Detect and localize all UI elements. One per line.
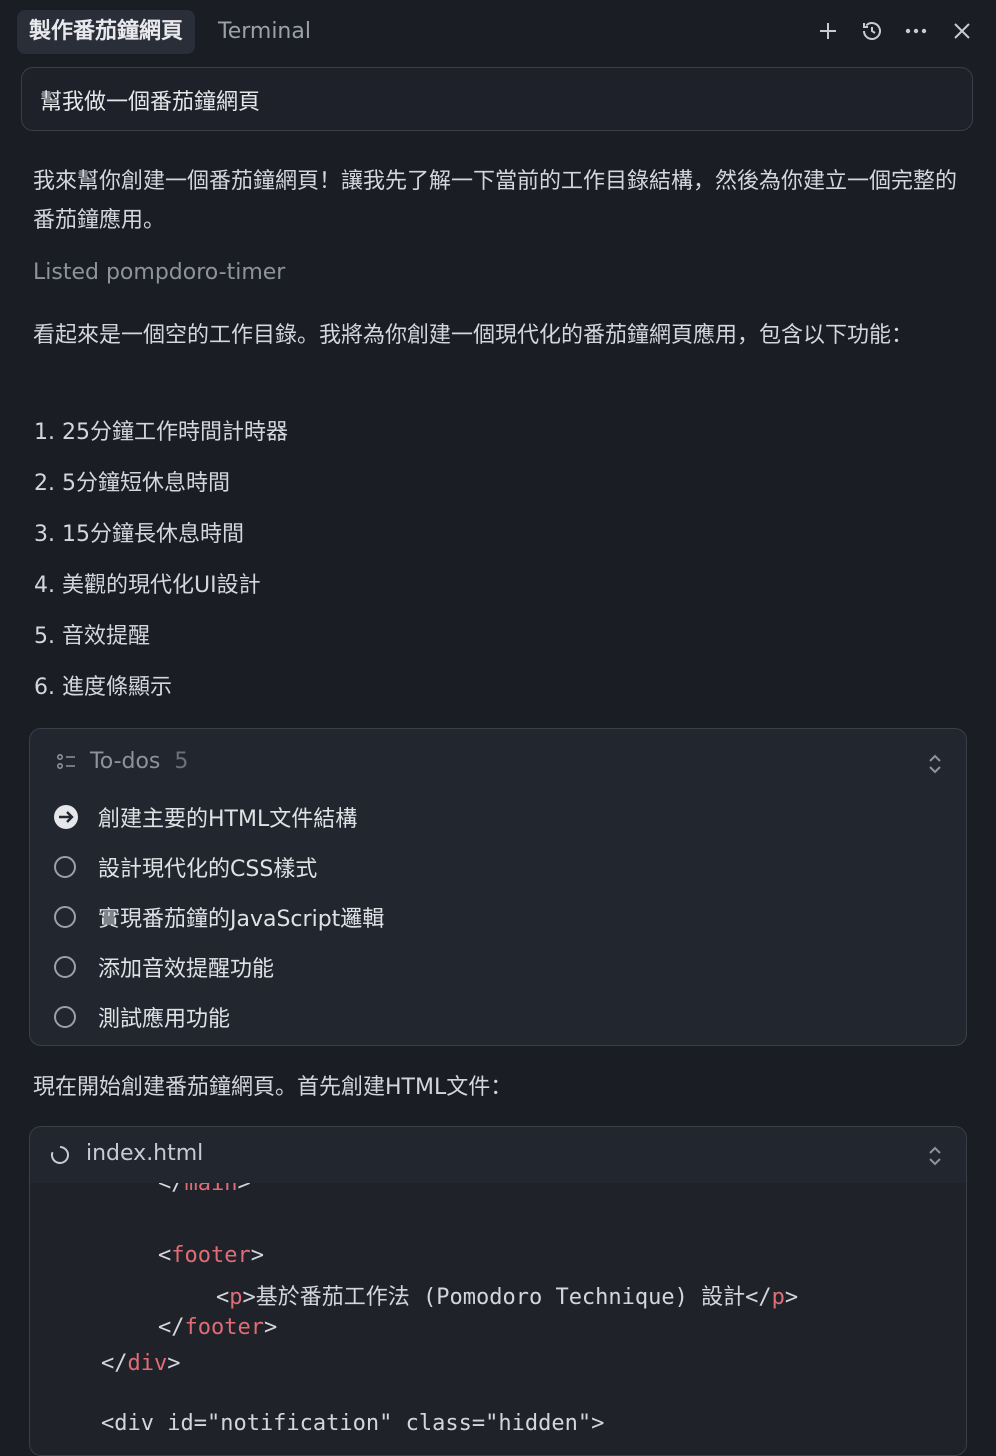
new-chat-button[interactable] — [813, 16, 843, 46]
circle-icon — [54, 956, 76, 978]
expand-collapse-icon[interactable] — [926, 752, 944, 776]
loading-spinner-icon — [51, 1146, 69, 1164]
response-empty-dir: 看起來是一個空的工作目錄。我將為你創建一個現代化的番茄鐘網頁應用，包含以下功能： — [33, 323, 914, 348]
listed-directory[interactable]: Listed pompdoro-timer — [33, 260, 285, 285]
listed-label: Listed — [33, 260, 99, 285]
todo-item[interactable]: 創建主要的HTML文件結構 — [54, 801, 357, 833]
history-button[interactable] — [857, 16, 887, 46]
checklist-icon — [56, 753, 75, 769]
todo-text: 添加音效提醒功能 — [98, 957, 275, 982]
circle-icon — [54, 906, 76, 928]
feature-item: 5. 音效提醒 — [34, 624, 150, 649]
tab-bar: 製作番茄鐘網頁 Terminal — [0, 0, 996, 64]
circle-icon — [54, 856, 76, 878]
response-start: 現在開始創建番茄鐘網頁。首先創建HTML文件： — [33, 1075, 513, 1100]
feature-item: 1. 25分鐘工作時間計時器 — [34, 420, 288, 445]
code-line: </div> — [101, 1351, 181, 1376]
code-line: <p>基於番茄工作法 (Pomodoro Technique) 設計</p> — [216, 1285, 799, 1310]
code-file-block: index.html </main> <footer> <p>基於番茄工作法 (… — [29, 1126, 967, 1456]
code-content: </main> <footer> <p>基於番茄工作法 (Pomodoro Te… — [30, 1183, 966, 1455]
todo-text: 設計現代化的CSS樣式 — [98, 857, 318, 882]
code-file-name: index.html — [86, 1141, 204, 1166]
todo-text: 實現番茄鐘的JavaScript邏輯 — [98, 907, 385, 932]
todo-item[interactable]: 設計現代化的CSS樣式 — [54, 851, 317, 883]
feature-item: 2. 5分鐘短休息時間 — [34, 471, 230, 496]
todo-item[interactable]: 實現番茄鐘的JavaScript邏輯 — [54, 901, 384, 933]
circle-icon — [54, 1006, 76, 1028]
todos-label: To-dos — [90, 749, 161, 774]
code-line: <footer> — [158, 1243, 264, 1268]
feature-item: 4. 美觀的現代化UI設計 — [34, 573, 261, 598]
arrow-right-circle-icon — [54, 805, 78, 829]
todo-item[interactable]: 添加音效提醒功能 — [54, 951, 274, 983]
todo-text: 創建主要的HTML文件結構 — [98, 807, 358, 832]
todo-item[interactable]: 測試應用功能 — [54, 1001, 230, 1033]
feature-item: 3. 15分鐘長休息時間 — [34, 522, 244, 547]
todos-header[interactable]: To-dos 5 — [56, 749, 188, 774]
more-horizontal-icon — [905, 28, 927, 34]
plus-icon — [820, 23, 836, 39]
code-line: <div id="notification" class="hidden"> — [101, 1411, 605, 1436]
response-intro: 我來幫你創建一個番茄鐘網頁！讓我先了解一下當前的工作目錄結構，然後為你建立一個完… — [33, 169, 958, 233]
code-line: </footer> — [158, 1315, 278, 1340]
todos-count: 5 — [174, 749, 189, 774]
history-icon — [863, 22, 881, 40]
close-icon — [954, 23, 970, 39]
feature-item: 6. 進度條顯示 — [34, 675, 172, 700]
user-message-text: 幫我做一個番茄鐘網頁 — [40, 90, 261, 115]
tab-terminal[interactable]: Terminal — [206, 10, 323, 54]
user-message[interactable]: 幫我做一個番茄鐘網頁 — [21, 67, 973, 131]
code-line: </main> — [158, 1183, 251, 1196]
tab-chat[interactable]: 製作番茄鐘網頁 — [17, 10, 196, 54]
more-button[interactable] — [901, 16, 931, 46]
todo-text: 測試應用功能 — [98, 1007, 231, 1032]
listed-dir-name: pompdoro-timer — [105, 260, 286, 285]
expand-collapse-icon[interactable] — [926, 1144, 944, 1168]
code-file-header[interactable]: index.html — [30, 1127, 966, 1183]
close-button[interactable] — [947, 16, 977, 46]
todos-panel: To-dos 5 創建主要的HTML文件結構 設計現代化的CSS樣式 實現番茄鐘… — [29, 728, 967, 1046]
